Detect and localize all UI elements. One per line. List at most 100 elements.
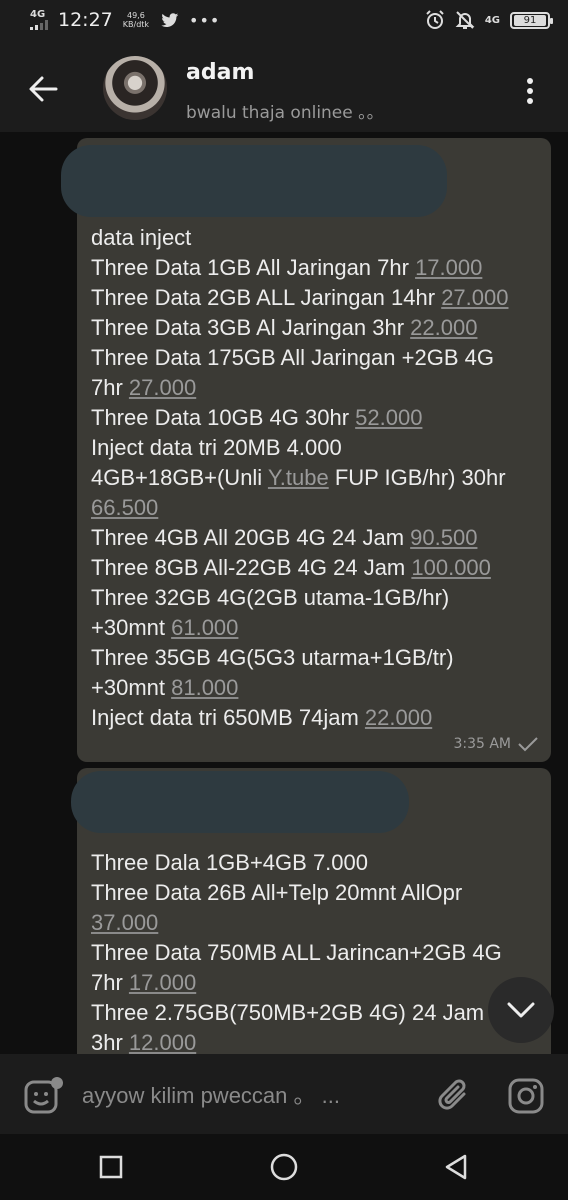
line-text: Three Data 26B All+Telp 20mnt AllOpr bbox=[91, 880, 463, 905]
message-input-bar bbox=[0, 1054, 568, 1134]
message-line: Three Data 750MB ALL Jarincan+2GB 4G bbox=[91, 938, 543, 968]
message-line: data inject bbox=[91, 223, 543, 253]
line-text: Inject data tri 20MB 4.000 bbox=[91, 435, 342, 460]
message-line: Inject data tri 650MB 74jam 22.000 bbox=[91, 703, 543, 733]
line-text: Three Data 2GB ALL Jaringan 14hr bbox=[91, 285, 442, 310]
message-input[interactable] bbox=[80, 1078, 414, 1114]
message-meta: 3:35 AM bbox=[453, 736, 539, 752]
signal-indicator: 4G bbox=[30, 10, 48, 30]
price-link[interactable]: 22.000 bbox=[410, 315, 477, 340]
price-link[interactable]: 27.000 bbox=[129, 375, 196, 400]
message-line: Three Data 1GB All Jaringan 7hr 17.000 bbox=[91, 253, 543, 283]
line-text: Inject data tri 650MB 74jam bbox=[91, 705, 365, 730]
price-link[interactable]: 17.000 bbox=[415, 255, 482, 280]
line-text: Three 8GB All-22GB 4G 24 Jam bbox=[91, 555, 412, 580]
nav-recents-icon[interactable] bbox=[96, 1152, 126, 1182]
redacted-block bbox=[71, 771, 409, 833]
emoji-icon[interactable] bbox=[22, 1076, 64, 1118]
battery-icon: 91 bbox=[510, 11, 553, 29]
twitter-icon bbox=[161, 12, 179, 27]
price-link[interactable]: 100.000 bbox=[411, 555, 491, 580]
message-line: Three 8GB All-22GB 4G 24 Jam 100.000 bbox=[91, 553, 543, 583]
message-line: Three 4GB All 20GB 4G 24 Jam 90.500 bbox=[91, 523, 543, 553]
message-line: 37.000 bbox=[91, 908, 543, 938]
network-speed-unit: KB/dtk bbox=[122, 20, 150, 29]
contact-name[interactable]: adam bbox=[186, 60, 254, 85]
checkmark-icon bbox=[518, 737, 538, 752]
message-line: Three Data 2GB ALL Jaringan 14hr 27.000 bbox=[91, 283, 543, 313]
status-bar: 4G 12:27 49,6 KB/dtk ••• 4G 91 bbox=[0, 0, 568, 44]
line-text: Three 4GB All 20GB 4G 24 Jam bbox=[91, 525, 411, 550]
status-bar-left: 4G 12:27 49,6 KB/dtk ••• bbox=[30, 9, 220, 31]
line-text: data inject bbox=[91, 225, 192, 250]
message-line: 3hr 12.000 bbox=[91, 1028, 543, 1054]
message-time: 3:35 AM bbox=[453, 736, 511, 752]
line-text: Three Data 1GB All Jaringan 7hr bbox=[91, 255, 416, 280]
message-line: 7hr 17.000 bbox=[91, 968, 543, 998]
network-type-left: 4G bbox=[30, 9, 46, 20]
network-type-right: 4G bbox=[484, 14, 500, 26]
price-link[interactable]: 61.000 bbox=[171, 615, 238, 640]
price-link[interactable]: 52.000 bbox=[355, 405, 422, 430]
message-line: Inject data tri 20MB 4.000 bbox=[91, 433, 543, 463]
chat-header: adam bwalu thaja onlinee 。。 bbox=[0, 44, 568, 132]
back-arrow-icon[interactable] bbox=[26, 72, 60, 106]
price-link[interactable]: 90.500 bbox=[410, 525, 477, 550]
line-text: Three 2.75GB(750MB+2GB 4G) 24 Jam bbox=[91, 1000, 485, 1025]
price-link[interactable]: 37.000 bbox=[91, 910, 158, 935]
price-link[interactable]: 81.000 bbox=[171, 675, 238, 700]
message-text: data inject Three Data 1GB All Jaringan 7… bbox=[91, 223, 543, 733]
mute-bell-icon bbox=[455, 11, 475, 29]
battery-level: 91 bbox=[514, 14, 546, 26]
message-bubble[interactable]: data inject Three Data 1GB All Jaringan 7… bbox=[61, 138, 551, 762]
message-bubble[interactable]: Three Dala 1GB+4GB 7.000 Three Data 26B A… bbox=[71, 768, 551, 1054]
alarm-icon bbox=[426, 10, 444, 29]
chevron-down-icon bbox=[507, 1002, 535, 1018]
message-line: 7hr 27.000 bbox=[91, 373, 543, 403]
message-line: 4GB+18GB+(Unli Y.tube FUP IGB/hr) 30hr bbox=[91, 463, 543, 493]
signal-bars-icon bbox=[30, 20, 48, 30]
line-text: Three Data 10GB 4G 30hr bbox=[91, 405, 356, 430]
system-nav-bar bbox=[0, 1134, 568, 1200]
line-text: +30mnt bbox=[91, 675, 172, 700]
price-link[interactable]: 27.000 bbox=[441, 285, 508, 310]
avatar[interactable] bbox=[103, 56, 167, 120]
price-link[interactable]: 17.000 bbox=[129, 970, 196, 995]
line-text: FUP IGB/hr) 30hr bbox=[328, 465, 506, 490]
status-bar-right: 4G 91 bbox=[425, 10, 553, 30]
line-text: 7hr bbox=[91, 970, 129, 995]
line-text: Three Data 3GB Al Jaringan 3hr bbox=[91, 315, 411, 340]
line-text: Three Data 750MB ALL Jarincan+2GB 4G bbox=[91, 940, 502, 965]
line-text: Three 32GB 4G(2GB utama-1GB/hr) bbox=[91, 585, 450, 610]
line-text: +30mnt bbox=[91, 615, 172, 640]
more-vert-icon[interactable] bbox=[518, 74, 542, 108]
line-text: Three Dala 1GB+4GB 7.000 bbox=[91, 850, 368, 875]
chat-area[interactable]: data inject Three Data 1GB All Jaringan 7… bbox=[0, 132, 568, 1054]
message-line: Three Data 10GB 4G 30hr 52.000 bbox=[91, 403, 543, 433]
clock: 12:27 bbox=[58, 9, 113, 31]
inline-link[interactable]: Y.tube bbox=[268, 465, 329, 490]
message-line: +30mnt 81.000 bbox=[91, 673, 543, 703]
message-line: Three 2.75GB(750MB+2GB 4G) 24 Jam bbox=[91, 998, 543, 1028]
line-text: Three 35GB 4G(5G3 utarma+1GB/tr) bbox=[91, 645, 454, 670]
network-speed: 49,6 KB/dtk bbox=[123, 11, 149, 29]
message-text: Three Dala 1GB+4GB 7.000 Three Data 26B A… bbox=[91, 848, 543, 1054]
scroll-down-button[interactable] bbox=[488, 977, 554, 1043]
price-link[interactable]: 22.000 bbox=[365, 705, 432, 730]
nav-back-icon[interactable] bbox=[441, 1152, 471, 1182]
message-line: Three Data 26B All+Telp 20mnt AllOpr bbox=[91, 878, 543, 908]
message-line: Three Dala 1GB+4GB 7.000 bbox=[91, 848, 543, 878]
line-text: 4GB+18GB+(Unli bbox=[91, 465, 268, 490]
redacted-block bbox=[61, 145, 447, 217]
nav-home-icon[interactable] bbox=[269, 1152, 299, 1182]
message-line: Three 32GB 4G(2GB utama-1GB/hr) bbox=[91, 583, 543, 613]
message-line: Three 35GB 4G(5G3 utarma+1GB/tr) bbox=[91, 643, 543, 673]
network-speed-value: 49,6 bbox=[127, 11, 145, 20]
paperclip-icon[interactable] bbox=[434, 1076, 474, 1116]
line-text: Three Data 175GB All Jaringan +2GB 4G bbox=[91, 345, 494, 370]
camera-icon[interactable] bbox=[506, 1076, 546, 1116]
line-text: 7hr bbox=[91, 375, 129, 400]
price-link[interactable]: 66.500 bbox=[91, 495, 158, 520]
message-line: Three Data 175GB All Jaringan +2GB 4G bbox=[91, 343, 543, 373]
price-link[interactable]: 12.000 bbox=[129, 1030, 196, 1054]
